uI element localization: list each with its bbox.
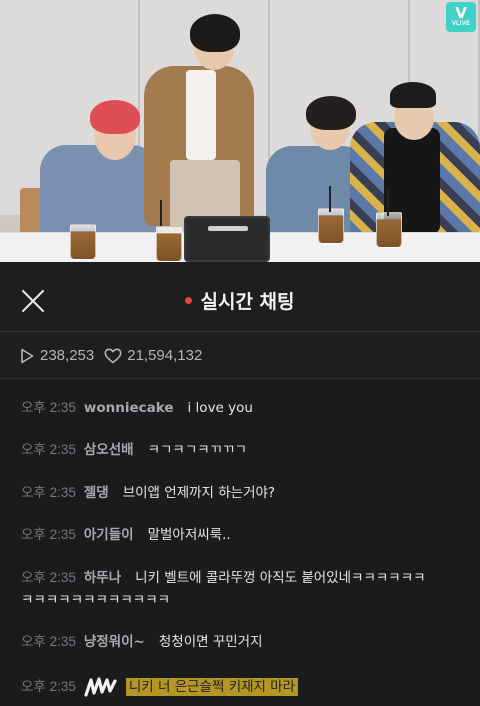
play-count-value: 238,253 [40,347,95,364]
chat-message: 오후 2:35 젤댕 브이앱 언제까지 하는거야? [21,482,471,504]
chat-message: 오후 2:35 니키 너 은근슬쩍 키재지 마라 [21,676,471,698]
scribble-icon [84,677,117,697]
chat-message: 오후 2:35 하뚜나 니키 벨트에 콜라뚜껑 아직도 붙어있네ㅋㅋㅋㅋㅋㅋ ㅋㅋㅋ… [21,567,471,611]
message-time: 오후 2:35 [21,527,76,542]
message-user[interactable]: 하뚜나 [84,570,121,586]
chat-message: 오후 2:35 냥정워이~ 청청이면 꾸민거지 [21,631,471,653]
message-user[interactable]: 냥정워이~ [84,634,145,650]
message-text: ㅋㄱㅋㄱㅋㄲㄲㄱ [147,442,247,458]
message-text-highlighted: 니키 너 은근슬쩍 키재지 마라 [125,678,299,696]
coffee-cup [70,224,96,260]
straw [329,186,331,212]
message-user[interactable]: 젤댕 [84,485,109,501]
stats-bar: 238,253 21,594,132 [0,333,480,379]
coffee-cup [376,212,402,248]
video-player[interactable]: V VLIVE [0,0,480,262]
coffee-cup [318,208,344,244]
message-time: 오후 2:35 [21,400,76,415]
vlive-logo: V VLIVE [446,2,476,32]
message-user[interactable]: 삼오선배 [84,442,134,458]
vlive-logo-label: VLIVE [451,21,471,27]
message-time: 오후 2:35 [21,634,76,649]
chat-message: 오후 2:35 wonniecake i love you [21,397,471,419]
play-icon [21,348,34,363]
like-count-value: 21,594,132 [127,347,203,364]
message-user[interactable]: wonniecake [84,400,174,416]
message-time: 오후 2:35 [21,570,76,585]
chat-list[interactable]: 오후 2:35 wonniecake i love you 오후 2:35 삼오선배 ㅋ… [0,380,480,706]
chat-header: 실시간 채팅 [0,268,480,332]
message-time: 오후 2:35 [21,442,76,457]
play-count: 238,253 [20,347,94,364]
message-time: 오후 2:35 [21,485,76,500]
message-text: 브이앱 언제까지 하는거야? [122,485,276,501]
message-text: 청청이면 꾸민거지 [158,634,263,650]
live-chat-title: 실시간 채팅 [200,291,295,313]
page-title: 실시간 채팅 [0,287,480,314]
v-icon: V [455,4,467,22]
message-user[interactable]: 아기들이 [84,527,134,543]
chat-message: 오후 2:35 삼오선배 ㅋㄱㅋㄱㅋㄲㄲㄱ [21,439,471,461]
like-count: 21,594,132 [104,347,202,364]
chat-message: 오후 2:35 아기들이 말벌아저씨룩.. [21,524,471,546]
tablet [184,216,270,262]
straw [387,190,389,216]
message-time: 오후 2:35 [21,679,76,694]
message-text-continued: ㅋㅋㅋㅋㅋㅋㅋㅋㅋㅋㅋㅋ [21,592,171,608]
message-text: 말벌아저씨룩.. [147,527,231,543]
live-dot-icon [185,297,193,304]
message-text: i love you [187,400,253,416]
message-text: 니키 벨트에 콜라뚜껑 아직도 붙어있네ㅋㅋㅋㅋㅋㅋ [135,570,426,586]
straw [160,200,162,226]
heart-icon [104,348,122,363]
coffee-cup [156,226,182,262]
